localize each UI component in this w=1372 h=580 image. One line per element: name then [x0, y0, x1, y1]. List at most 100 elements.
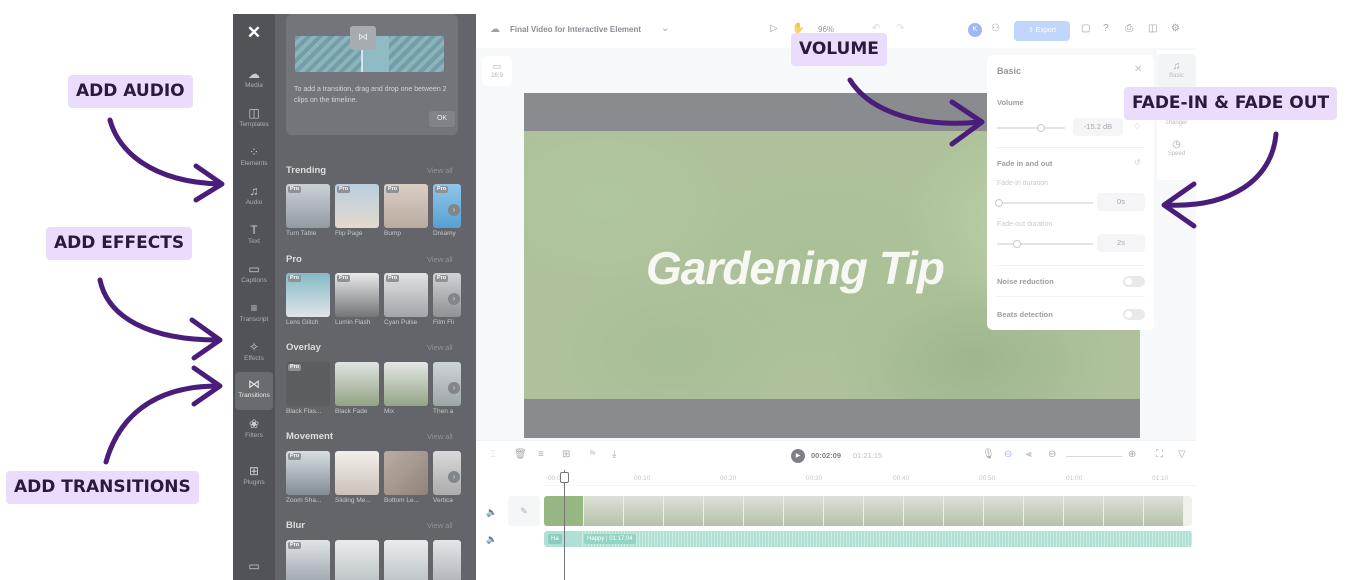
- zoom-out-icon[interactable]: ⊖: [1048, 449, 1056, 460]
- video-track-clip[interactable]: [544, 496, 1192, 526]
- overlay-row: Pro Black Flas... Black Fade Mix Then a …: [286, 362, 476, 422]
- download-icon[interactable]: ⤓: [612, 449, 616, 460]
- transition-thumb[interactable]: Pro: [335, 184, 379, 228]
- ruler-mark: 00:40: [893, 475, 910, 482]
- volume-value-field[interactable]: -15.2 dB: [1073, 118, 1123, 136]
- edit-pen-icon[interactable]: ✎: [508, 496, 540, 526]
- project-title[interactable]: Final Video for Interactive Element: [510, 25, 641, 34]
- noise-reduction-toggle[interactable]: [1123, 276, 1145, 287]
- scroll-right-icon[interactable]: ›: [448, 471, 460, 483]
- video-title-text[interactable]: Gardening Tip: [646, 241, 945, 295]
- tab-basic[interactable]: ♫ Basic: [1157, 54, 1196, 88]
- captions-edit-icon[interactable]: ≡: [538, 449, 544, 460]
- view-all-link[interactable]: View all: [427, 343, 453, 352]
- transition-thumb[interactable]: Pro: [286, 184, 330, 228]
- scroll-right-icon[interactable]: ›: [448, 293, 460, 305]
- play-button[interactable]: ▶: [791, 449, 805, 463]
- app-logo-icon[interactable]: ✕: [244, 24, 264, 42]
- rail-item-templates[interactable]: ◫ Templates: [233, 101, 275, 139]
- rail-item-text[interactable]: T Text: [233, 218, 275, 256]
- aspect-ratio-icon: ▭: [492, 61, 502, 71]
- rail-item-elements[interactable]: ⁘ Elements: [233, 140, 275, 178]
- help-icon[interactable]: ?: [1103, 23, 1109, 34]
- zoom-in-icon[interactable]: ⊕: [1128, 449, 1136, 460]
- transition-thumb[interactable]: [335, 451, 379, 495]
- device-icon[interactable]: ▢: [1081, 23, 1090, 34]
- transition-thumb[interactable]: Pro: [384, 273, 428, 317]
- speaker-icon[interactable]: 🔈: [486, 507, 497, 518]
- tab-speed[interactable]: ◷ Speed: [1157, 138, 1196, 168]
- redo-icon[interactable]: ↷: [896, 23, 904, 34]
- crop-icon[interactable]: ⊞: [562, 449, 570, 460]
- fade-in-slider[interactable]: [995, 199, 1093, 207]
- transition-thumb[interactable]: Pro: [286, 362, 330, 406]
- transition-thumb[interactable]: Pro: [286, 451, 330, 495]
- fade-out-slider[interactable]: [997, 240, 1093, 248]
- reset-icon[interactable]: ↺: [1134, 158, 1141, 167]
- rail-item-captions[interactable]: ▭ Captions: [233, 257, 275, 295]
- slider-handle[interactable]: [1037, 124, 1045, 132]
- view-all-link[interactable]: View all: [427, 166, 453, 175]
- callout-add-effects: ADD EFFECTS: [46, 227, 193, 260]
- transition-thumb[interactable]: [433, 540, 461, 580]
- comment-icon[interactable]: ▽: [1178, 449, 1186, 460]
- playhead[interactable]: [564, 470, 565, 580]
- fade-in-label: Fade-in duration: [997, 180, 1048, 187]
- volume-slider[interactable]: [997, 124, 1065, 132]
- video-frame: [584, 496, 624, 526]
- magnet-icon[interactable]: ⊖: [1004, 449, 1012, 460]
- rail-item-audio[interactable]: ♫ Audio: [233, 179, 275, 217]
- flag-icon[interactable]: ⚑: [588, 449, 597, 460]
- view-all-link[interactable]: View all: [427, 255, 453, 264]
- layout-icon[interactable]: ◫: [1148, 23, 1157, 34]
- playhead-handle[interactable]: [560, 472, 569, 483]
- slider-handle[interactable]: [995, 199, 1003, 207]
- transition-thumb[interactable]: Pro: [384, 184, 428, 228]
- rail-item-effects[interactable]: ✧ Effects: [233, 335, 275, 373]
- transition-thumb[interactable]: Pro: [335, 273, 379, 317]
- keyframe-diamond-icon[interactable]: ◇: [1134, 121, 1140, 130]
- gear-icon[interactable]: ⚙: [1171, 23, 1180, 34]
- share-user-icon[interactable]: ⚇: [991, 23, 1000, 34]
- chevron-down-icon[interactable]: ⌄: [661, 23, 669, 34]
- rail-item-filters[interactable]: ❀ Filters: [233, 412, 275, 450]
- beats-detection-label: Beats detection: [997, 310, 1053, 319]
- print-icon[interactable]: ⎙: [1125, 23, 1133, 34]
- transition-thumb[interactable]: [335, 362, 379, 406]
- audio-track-clip[interactable]: Ha Happy | 01:17:04: [544, 531, 1192, 547]
- transition-thumb[interactable]: [384, 540, 428, 580]
- rail-item-transcript[interactable]: ≡ Transcript: [233, 296, 275, 334]
- microphone-icon[interactable]: 🎙: [982, 449, 995, 460]
- split-icon[interactable]: ⌶: [490, 449, 496, 460]
- rail-item-transitions[interactable]: ⋈ Transitions: [235, 372, 273, 410]
- close-icon[interactable]: ✕: [1134, 64, 1142, 75]
- scroll-right-icon[interactable]: ›: [448, 382, 460, 394]
- speaker-icon[interactable]: 🔈: [486, 534, 497, 545]
- fit-icon[interactable]: ⛶: [1156, 449, 1163, 460]
- slider-handle[interactable]: [1013, 240, 1021, 248]
- split-screen-icon[interactable]: ⫷: [1026, 449, 1032, 460]
- transition-thumb[interactable]: [384, 362, 428, 406]
- transition-thumb[interactable]: Pro: [286, 540, 330, 580]
- avatar[interactable]: K: [968, 23, 982, 37]
- rail-item-plugins[interactable]: ⊞ Plugins: [233, 459, 275, 497]
- delete-icon[interactable]: 🗑: [514, 449, 527, 460]
- view-all-link[interactable]: View all: [427, 432, 453, 441]
- fade-out-value-field[interactable]: 2s: [1097, 234, 1145, 252]
- scroll-right-icon[interactable]: ›: [448, 204, 460, 216]
- export-button[interactable]: ⇪ Export: [1014, 21, 1070, 41]
- video-frame: [944, 496, 984, 526]
- view-all-link[interactable]: View all: [427, 521, 453, 530]
- select-pointer-icon[interactable]: ▷: [770, 23, 778, 34]
- transition-thumb[interactable]: [335, 540, 379, 580]
- timeline-zoom-slider[interactable]: [1066, 456, 1122, 457]
- aspect-ratio-button[interactable]: ▭ 16:9: [482, 56, 512, 86]
- beats-detection-toggle[interactable]: [1123, 309, 1145, 320]
- rail-item-media[interactable]: ☁ Media: [233, 62, 275, 100]
- transition-thumb[interactable]: Pro: [286, 273, 330, 317]
- tip-ok-button[interactable]: OK: [429, 111, 455, 127]
- keyboard-shortcuts-button[interactable]: ▭: [233, 554, 275, 580]
- blur-row: Pro: [286, 540, 476, 580]
- fade-in-value-field[interactable]: 0s: [1097, 193, 1145, 211]
- transition-thumb[interactable]: [384, 451, 428, 495]
